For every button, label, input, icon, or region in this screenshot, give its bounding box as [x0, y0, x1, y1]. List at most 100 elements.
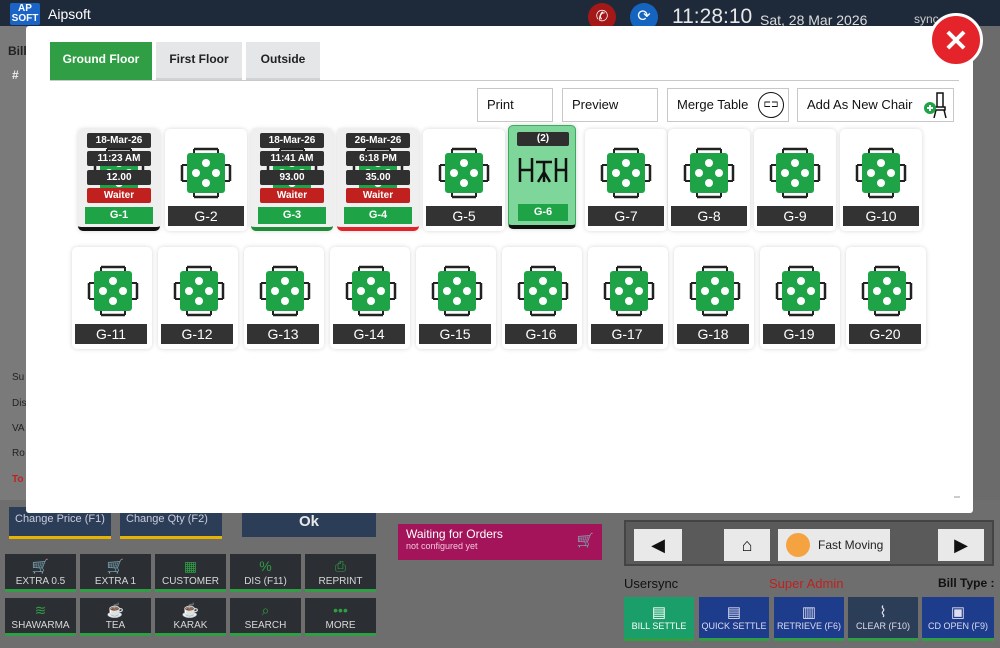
hash-label: # [12, 68, 19, 82]
karak-button[interactable]: ☕ KARAK [155, 598, 226, 636]
tab-ground-floor[interactable]: Ground Floor [50, 42, 152, 80]
cup-icon: ☕ [181, 602, 200, 618]
table-card-g-11[interactable]: G-11 [72, 247, 152, 349]
order-date: 18-Mar-26 [87, 133, 151, 148]
table-name: G-17 [591, 324, 663, 344]
cart-icon: 🛒 [106, 558, 125, 574]
merged-table-icon [518, 158, 568, 183]
order-date: 26-Mar-26 [346, 133, 410, 148]
table-name: G-7 [588, 206, 664, 226]
order-time: 6:18 PM [346, 151, 410, 166]
next-arrow-button[interactable]: ▶ [938, 529, 984, 561]
drawer-icon: ▣ [950, 604, 966, 621]
order-date: 18-Mar-26 [260, 133, 324, 148]
category-nav: ◀ ⌂ Fast Moving ▶ [624, 520, 994, 566]
subtotal-label: Su [12, 372, 25, 383]
cup-icon: ☕ [106, 602, 125, 618]
discount-button[interactable]: % DIS (F11) [230, 554, 301, 592]
table-name: G-5 [426, 206, 502, 226]
order-time: 11:41 AM [260, 151, 324, 166]
cd-open-button[interactable]: ▣ CD OPEN (F9) [922, 597, 994, 641]
clear-button[interactable]: ⌇ CLEAR (F10) [848, 597, 918, 641]
table-card-g-8[interactable]: G-8 [668, 129, 750, 231]
waiter-badge: Waiter [346, 188, 410, 203]
app-title: Aipsoft [48, 6, 91, 22]
tea-button[interactable]: ☕ TEA [80, 598, 151, 636]
table-icon [600, 147, 652, 199]
prev-arrow-button[interactable]: ◀ [634, 529, 682, 561]
table-icon [855, 147, 907, 199]
table-name: G-19 [763, 324, 835, 344]
quick-settle-button[interactable]: ▤ QUICK SETTLE [699, 597, 769, 641]
tab-first-floor[interactable]: First Floor [156, 42, 242, 80]
extra-half-button[interactable]: 🛒 EXTRA 0.5 [5, 554, 76, 592]
order-amount: 93.00 [260, 170, 324, 185]
cart-icon: 🛒 [31, 558, 50, 574]
food-icon: ≋ [34, 602, 47, 618]
home-button[interactable]: ⌂ [724, 529, 770, 561]
table-card-g-12[interactable]: G-12 [158, 247, 238, 349]
reprint-button[interactable]: ⎙ REPRINT [305, 554, 376, 592]
table-card-g-6[interactable]: (2) G-6 [508, 125, 576, 229]
table-card-g-7[interactable]: G-7 [585, 129, 667, 231]
table-card-g-18[interactable]: G-18 [674, 247, 754, 349]
percent-icon: % [259, 558, 272, 574]
food-bowl-icon [786, 533, 810, 557]
table-card-g-1[interactable]: 18-Mar-26 11:23 AM 12.00 Waiter G-1 [78, 129, 160, 231]
shawarma-button[interactable]: ≋ SHAWARMA [5, 598, 76, 636]
table-selection-modal: ✕ Ground Floor First Floor Outside Print… [26, 13, 983, 513]
table-card-g-16[interactable]: G-16 [502, 247, 582, 349]
table-card-g-14[interactable]: G-14 [330, 247, 410, 349]
search-button[interactable]: ⌕ SEARCH [230, 598, 301, 636]
merge-count: (2) [517, 132, 569, 146]
table-name: G-12 [161, 324, 233, 344]
retrieve-button[interactable]: ▥ RETRIEVE (F6) [774, 597, 844, 641]
table-card-g-4[interactable]: 26-Mar-26 6:18 PM 35.00 Waiter G-4 [337, 129, 419, 231]
more-button[interactable]: ••• MORE [305, 598, 376, 636]
tab-divider [50, 80, 959, 81]
scroll-indicator [954, 496, 960, 498]
table-card-g-10[interactable]: G-10 [840, 129, 922, 231]
table-name: G-13 [247, 324, 319, 344]
table-card-g-13[interactable]: G-13 [244, 247, 324, 349]
table-card-g-5[interactable]: G-5 [423, 129, 505, 231]
table-name: G-3 [258, 207, 326, 224]
waiting-orders-panel: Waiting for Orders not configured yet 🛒 [398, 524, 602, 560]
table-name: G-2 [168, 206, 244, 226]
customer-button[interactable]: ▦ CUSTOMER [155, 554, 226, 592]
table-name: G-15 [419, 324, 491, 344]
bill-label: Bill [8, 44, 27, 58]
add-new-chair-button[interactable]: Add As New Chair [797, 88, 954, 122]
discount-label: Dis [12, 398, 27, 409]
extra-one-button[interactable]: 🛒 EXTRA 1 [80, 554, 151, 592]
top-bar: AP SOFT Aipsoft ✆ ⟳ 11:28:10 Sat, 28 Mar… [0, 0, 1000, 31]
table-icon [683, 147, 735, 199]
table-card-g-9[interactable]: G-9 [754, 129, 836, 231]
table-card-g-19[interactable]: G-19 [760, 247, 840, 349]
add-chair-icon [924, 92, 947, 119]
broom-icon: ⌇ [879, 604, 887, 621]
waiter-badge: Waiter [260, 188, 324, 203]
table-name: G-20 [849, 324, 921, 344]
role-label: Super Admin [769, 576, 844, 591]
table-card-g-17[interactable]: G-17 [588, 247, 668, 349]
fast-moving-button[interactable]: Fast Moving [778, 529, 890, 561]
user-name: sync [651, 576, 679, 591]
tab-outside[interactable]: Outside [246, 42, 320, 80]
print-button[interactable]: Print [477, 88, 553, 122]
table-card-g-15[interactable]: G-15 [416, 247, 496, 349]
bill-icon: ▤ [651, 604, 667, 621]
bill-settle-button[interactable]: ▤ BILL SETTLE [624, 597, 694, 641]
table-card-g-3[interactable]: 18-Mar-26 11:41 AM 93.00 Waiter G-3 [251, 129, 333, 231]
table-icon [861, 265, 913, 317]
preview-button[interactable]: Preview [562, 88, 658, 122]
table-card-g-20[interactable]: G-20 [846, 247, 926, 349]
merge-table-button[interactable]: Merge Table ⊏⊐ [667, 88, 789, 122]
table-card-g-2[interactable]: G-2 [165, 129, 247, 231]
customer-icon: ▦ [183, 558, 198, 574]
close-icon[interactable]: ✕ [929, 13, 983, 67]
table-name: G-11 [75, 324, 147, 344]
retrieve-icon: ▥ [801, 604, 817, 621]
order-amount: 35.00 [346, 170, 410, 185]
table-icon [775, 265, 827, 317]
